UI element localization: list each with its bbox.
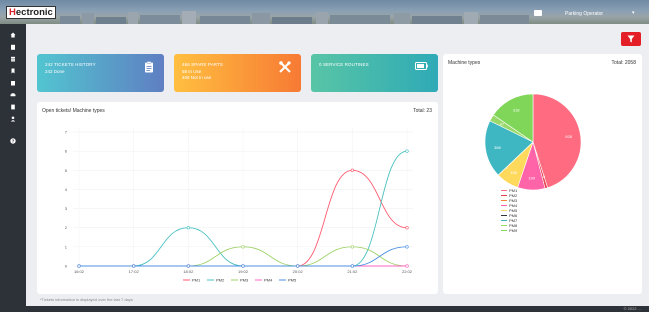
pie-slice-label: 928 (565, 134, 572, 139)
machine-types-pie-chart: 92818190158139847318 (484, 93, 582, 191)
data-point-pm5[interactable] (241, 264, 245, 268)
footer-text: © 2022 ... (623, 306, 641, 311)
data-point-pm4[interactable] (405, 264, 409, 268)
x-tick-label: 19:02 (238, 269, 249, 274)
open-tickets-panel: Open tickets/ Machine types Total: 23 01… (37, 102, 438, 294)
pie-slice-label: 158 (510, 170, 517, 175)
pie-legend-swatch (501, 205, 507, 206)
data-point-pm1[interactable] (405, 226, 409, 230)
clipboard-icon[interactable] (10, 44, 16, 50)
data-point-pm2[interactable] (405, 149, 409, 153)
tickets-footnote: *Tickets information is displayed over t… (40, 297, 133, 302)
spare-parts-title: 466 SPARE PARTS (182, 62, 224, 67)
pie-legend-swatch (501, 220, 507, 221)
service-routines-card[interactable]: 0 SERVICE ROUTINES (311, 54, 438, 92)
legend-label-pm4[interactable]: PM4 (264, 278, 273, 283)
database-icon[interactable] (10, 56, 16, 62)
pie-legend-swatch (501, 215, 507, 216)
pie-legend-label: PM9 (509, 228, 518, 233)
pie-legend-swatch (501, 230, 507, 231)
svg-text:?: ? (12, 139, 15, 144)
data-point-pm5[interactable] (405, 245, 409, 249)
legend-label-pm1[interactable]: PM1 (192, 278, 201, 283)
data-point-pm5[interactable] (350, 264, 354, 268)
car-icon[interactable] (10, 92, 16, 98)
pie-slice-label: 318 (513, 108, 520, 113)
tickets-history-title: 242 TICKETS HISTORY (45, 62, 96, 67)
y-tick-label: 0 (65, 264, 68, 269)
open-tickets-line-chart: 0 1 2 3 4 5 6 7 16:02 17:02 18:02 19:02 20:02 21:02 22… (65, 128, 413, 283)
tickets-history-detail: 242 Done (45, 69, 65, 74)
filter-icon (627, 35, 635, 43)
footer-bar: © 2022 ... (0, 306, 649, 312)
building-icon[interactable] (10, 80, 16, 86)
pie-legend-swatch (501, 225, 507, 226)
data-point-pm3[interactable] (241, 245, 245, 249)
data-point-pm5[interactable] (186, 264, 190, 268)
message-icon[interactable] (534, 10, 542, 16)
y-tick-label: 4 (65, 187, 68, 192)
x-tick-label: 18:02 (183, 269, 194, 274)
city-skyline-banner (60, 11, 529, 24)
pie-legend-item-pm9[interactable]: PM9 (501, 228, 517, 233)
document-icon[interactable] (10, 104, 16, 110)
x-tick-label: 22:02 (402, 269, 413, 274)
y-tick-label: 6 (65, 149, 68, 154)
y-tick-label: 2 (65, 225, 68, 230)
clipboard-icon (145, 61, 153, 73)
battery-icon (415, 62, 428, 70)
y-tick-label: 5 (65, 168, 68, 173)
sidebar: ? (0, 24, 26, 312)
x-tick-label: 16:02 (74, 269, 85, 274)
pie-legend-swatch (501, 210, 507, 211)
user-menu-name[interactable]: Parking Operator (565, 11, 603, 17)
y-tick-label: 7 (65, 130, 68, 135)
service-routines-title: 0 SERVICE ROUTINES (319, 62, 369, 67)
user-icon[interactable] (10, 116, 16, 122)
legend-label-pm2[interactable]: PM2 (216, 278, 225, 283)
data-point-pm1[interactable] (350, 168, 354, 172)
home-icon[interactable] (10, 32, 16, 38)
pie-slice-label: 190 (528, 175, 535, 180)
pie-slice-label: 398 (494, 145, 501, 150)
spare-parts-card[interactable]: 466 SPARE PARTS 58 In Use 408 Not In use (174, 54, 301, 92)
y-tick-label: 1 (65, 244, 68, 249)
pie-legend-swatch (501, 190, 507, 191)
pie-legend: PM1 PM2 PM3 PM4 PM5 PM6 PM7 PM8 PM9 (501, 188, 517, 233)
spare-parts-not-in-use: 408 Not In use (182, 75, 212, 80)
pie-legend-swatch (501, 195, 507, 196)
tools-icon (279, 61, 291, 73)
y-tick-label: 3 (65, 206, 68, 211)
filter-button[interactable] (621, 32, 641, 46)
legend-label-pm5[interactable]: PM5 (288, 278, 297, 283)
tickets-history-card[interactable]: 242 TICKETS HISTORY 242 Done (37, 54, 164, 92)
spare-parts-in-use: 58 In Use (182, 69, 202, 74)
data-point-pm5[interactable] (132, 264, 136, 268)
app-logo[interactable]: Hectronic (6, 6, 56, 19)
data-point-pm3[interactable] (350, 245, 354, 249)
x-tick-label: 21:02 (347, 269, 358, 274)
bookmark-icon[interactable] (10, 68, 16, 74)
machine-types-panel: Machine types Total: 2058 92818190158139… (443, 54, 642, 294)
help-icon[interactable]: ? (10, 138, 16, 144)
data-point-pm5[interactable] (296, 264, 300, 268)
user-menu-caret-icon[interactable]: ▾ (632, 10, 635, 16)
x-tick-label: 17:02 (129, 269, 140, 274)
pie-legend-swatch (501, 200, 507, 201)
x-tick-label: 20:02 (293, 269, 304, 274)
data-point-pm5[interactable] (77, 264, 81, 268)
data-point-pm2[interactable] (186, 226, 190, 230)
legend-label-pm3[interactable]: PM3 (240, 278, 249, 283)
dashboard-content: 242 TICKETS HISTORY 242 Done 466 SPARE P… (32, 24, 649, 312)
top-bar: Hectronic Parking Operator ▾ (0, 0, 649, 24)
